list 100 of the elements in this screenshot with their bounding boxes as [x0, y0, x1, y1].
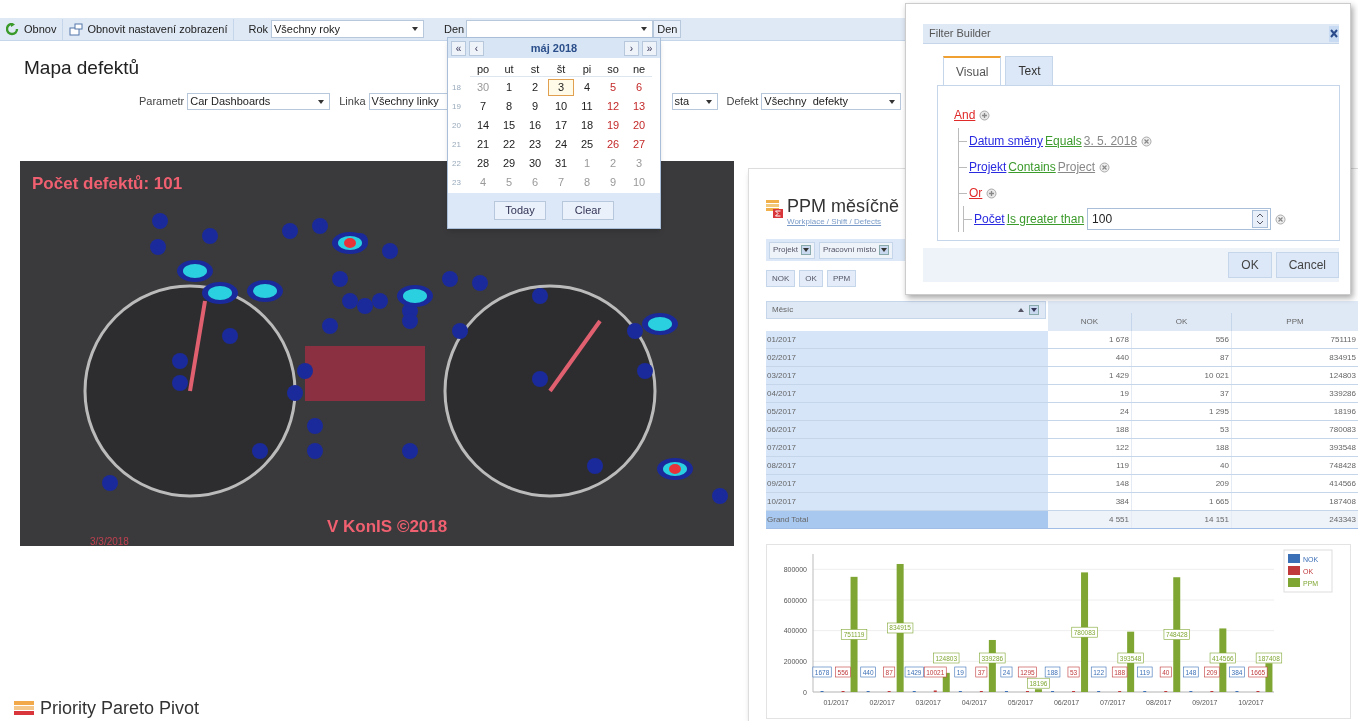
- calendar-day[interactable]: 31: [548, 155, 574, 172]
- calendar-day[interactable]: 28: [470, 155, 496, 172]
- heat-spot: [312, 218, 328, 234]
- calendar-day[interactable]: 18: [574, 117, 600, 134]
- dialog-button[interactable]: Cancel: [1275, 252, 1339, 278]
- value-link[interactable]: Project: [1057, 158, 1096, 176]
- table-cell: 1 429: [1048, 367, 1132, 384]
- toolbar-button[interactable]: Obnov: [0, 18, 64, 40]
- add-icon: [979, 109, 991, 121]
- calendar-day[interactable]: 16: [522, 117, 548, 134]
- field-button[interactable]: Projekt: [769, 241, 815, 259]
- weekday-label: st: [522, 61, 548, 77]
- calendar-day[interactable]: 1: [496, 79, 522, 96]
- table-icon: [14, 700, 34, 716]
- calendar-button[interactable]: Today: [494, 201, 546, 220]
- data-button[interactable]: OK: [799, 270, 823, 287]
- table-cell: 188: [1048, 421, 1132, 438]
- operator-link[interactable]: Contains: [1008, 158, 1056, 176]
- calendar-nav-button[interactable]: «: [451, 40, 466, 56]
- heat-spot: [307, 443, 323, 459]
- calendar-day[interactable]: 17: [548, 117, 574, 134]
- value-link[interactable]: 3. 5. 2018: [1083, 132, 1138, 150]
- close-button[interactable]: [1329, 25, 1339, 42]
- toolbar-button[interactable]: Obnovit nastavení zobrazení: [63, 18, 235, 40]
- calendar-day[interactable]: 2: [522, 79, 548, 96]
- calendar-day[interactable]: 14: [470, 117, 496, 134]
- group-operator-link[interactable]: Or: [969, 184, 983, 202]
- calendar-day[interactable]: 26: [600, 136, 626, 153]
- table-cell: 440: [1048, 349, 1132, 366]
- filter-select[interactable]: Car Dashboards: [187, 93, 331, 110]
- table-cell: 148: [1048, 475, 1132, 492]
- calendar-day[interactable]: 19: [600, 117, 626, 134]
- heat-spot: [637, 363, 653, 379]
- dialog-tab[interactable]: Visual: [943, 56, 1002, 86]
- table-cell: 243343: [1232, 511, 1358, 528]
- table-cell: 119: [1048, 457, 1132, 474]
- filter-select[interactable]: sta: [671, 93, 718, 110]
- heat-spot: [472, 275, 488, 291]
- calendar-day[interactable]: 6: [626, 79, 652, 96]
- calendar-nav-button[interactable]: ‹: [469, 40, 484, 56]
- field-button[interactable]: Pracovní místo: [818, 241, 894, 259]
- remove-icon: [1275, 213, 1287, 225]
- calendar-nav-button[interactable]: ›: [624, 40, 639, 56]
- weekday-label: pi: [574, 61, 600, 77]
- week-number: 19: [452, 101, 462, 113]
- row-label: 07/2017: [766, 439, 1048, 456]
- field-link[interactable]: Datum směny: [969, 132, 1044, 150]
- calendar-day[interactable]: 29: [496, 155, 522, 172]
- calendar-month: máj 2018: [529, 40, 579, 56]
- calendar-day[interactable]: 20: [626, 117, 652, 134]
- row-label: 05/2017: [766, 403, 1048, 420]
- heat-spot: [532, 288, 548, 304]
- copyright-label: V KonIS ©2018: [327, 516, 448, 538]
- heat-spot: [382, 243, 398, 259]
- calendar-day[interactable]: 15: [496, 117, 522, 134]
- table-cell: 4 551: [1048, 511, 1132, 528]
- table-cell: 834915: [1232, 349, 1358, 366]
- table-cell: 556: [1132, 331, 1232, 348]
- calendar-day[interactable]: 9: [522, 98, 548, 115]
- table-cell: 122: [1048, 439, 1132, 456]
- calendar-day[interactable]: 27: [626, 136, 652, 153]
- calendar-day[interactable]: 30: [522, 155, 548, 172]
- calendar-day[interactable]: 10: [548, 98, 574, 115]
- table-cell: 37: [1132, 385, 1232, 402]
- year-select[interactable]: Všechny roky: [271, 20, 424, 38]
- row-header-field[interactable]: Měsíc: [766, 301, 1046, 319]
- heat-spot: [322, 318, 338, 334]
- calendar-day[interactable]: 12: [600, 98, 626, 115]
- calendar-day[interactable]: 23: [522, 136, 548, 153]
- data-button[interactable]: NOK: [766, 270, 796, 287]
- heat-spot: [307, 418, 323, 434]
- dialog-tab[interactable]: Text: [1005, 56, 1054, 86]
- calendar-day[interactable]: 13: [626, 98, 652, 115]
- heat-spot: [297, 363, 313, 379]
- calendar-button[interactable]: Clear: [562, 201, 614, 220]
- section-title: Priority Pareto Pivot: [40, 697, 200, 719]
- day-button[interactable]: Den: [653, 20, 682, 38]
- group-operator-link[interactable]: And: [954, 106, 976, 124]
- calendar-day[interactable]: 21: [470, 136, 496, 153]
- calendar-day[interactable]: 3: [548, 79, 574, 96]
- field-link[interactable]: Projekt: [969, 158, 1007, 176]
- refresh-icon: [6, 22, 20, 36]
- calendar-day[interactable]: 25: [574, 136, 600, 153]
- calendar-day[interactable]: 22: [496, 136, 522, 153]
- calendar-day[interactable]: 4: [574, 79, 600, 96]
- dialog-button[interactable]: OK: [1228, 252, 1272, 278]
- heat-spot: [150, 239, 166, 255]
- operator-link[interactable]: Equals: [1045, 132, 1082, 150]
- calendar-day[interactable]: 11: [574, 98, 600, 115]
- operator-link[interactable]: Is greater than: [1006, 210, 1085, 228]
- number-input[interactable]: 100: [1087, 208, 1272, 230]
- calendar-nav-button[interactable]: »: [642, 40, 657, 56]
- spinner-icon: [1252, 210, 1269, 228]
- data-button[interactable]: PPM: [826, 270, 857, 287]
- week-number: 20: [452, 120, 462, 132]
- calendar-day[interactable]: 24: [548, 136, 574, 153]
- calendar-day[interactable]: 5: [600, 79, 626, 96]
- heat-spot: [287, 385, 303, 401]
- field-link[interactable]: Počet: [974, 210, 1005, 228]
- filter-select[interactable]: Všechny defekty: [761, 93, 902, 110]
